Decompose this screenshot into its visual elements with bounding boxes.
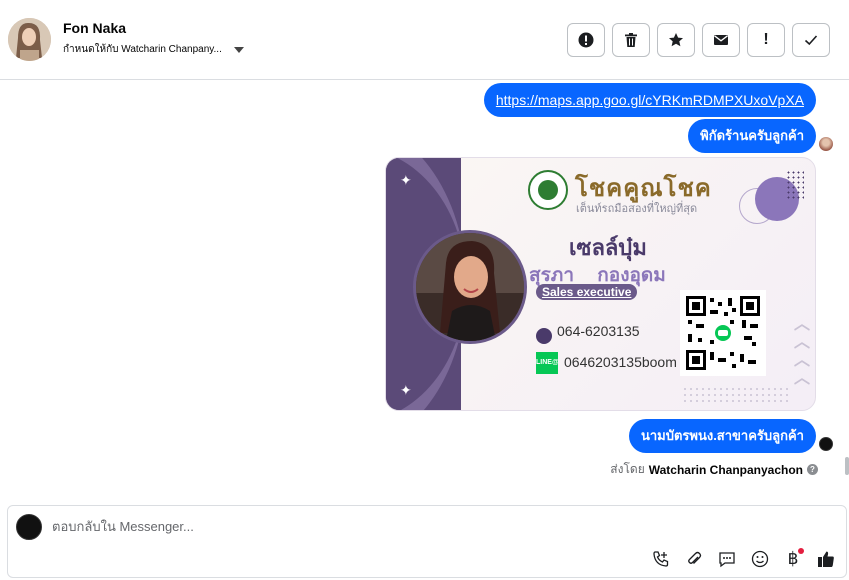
saved-reply-icon [719, 552, 735, 568]
call-add-icon [653, 551, 669, 567]
reply-input[interactable] [52, 514, 752, 538]
page-avatar [819, 437, 833, 451]
brand-logo [528, 170, 568, 210]
call-add-button[interactable] [651, 549, 671, 569]
message-thread[interactable]: https://maps.app.goo.gl/cYRKmRDMPXUxoVpX… [0, 81, 849, 504]
composer-toolbar: ฿ [651, 548, 836, 569]
sent-by-prefix: ส่งโดย [610, 462, 645, 476]
phone-number: 064-6203135 [557, 323, 640, 339]
sent-by-name: Watcharin Chanpanyachon [648, 462, 803, 477]
paperclip-icon [688, 551, 702, 564]
contact-name[interactable]: Fon Naka [63, 20, 126, 36]
payment-button[interactable]: ฿ [783, 548, 804, 569]
emoji-button[interactable] [750, 549, 770, 569]
mark-unread-button[interactable] [702, 23, 740, 57]
reply-composer: ฿ [7, 505, 847, 578]
saved-replies-button[interactable] [717, 549, 737, 569]
contact-avatar[interactable] [8, 18, 51, 61]
alert-circle-icon [578, 32, 594, 48]
brand-tagline: เต็นท์รถมือสองที่ใหญ่ที่สุด [576, 203, 698, 215]
check-icon [804, 35, 818, 46]
messenger-inbox-app: Fon Naka กำหนดให้กับ Watcharin Chanpany.… [0, 0, 849, 580]
sparkle-icon: ✦ [400, 172, 412, 188]
chevron-down-icon [233, 46, 244, 53]
mark-done-button[interactable] [792, 23, 830, 57]
delete-button[interactable] [612, 23, 650, 57]
notification-dot [798, 548, 804, 554]
decorative-dots [786, 170, 804, 200]
envelope-icon [714, 35, 728, 45]
read-receipt-avatar [819, 137, 833, 151]
assignee-label: กำหนดให้กับ Watcharin Chanpany... [63, 44, 222, 55]
sparkle-icon: ✦ [400, 382, 412, 398]
report-button[interactable] [567, 23, 605, 57]
header-actions: ! [567, 23, 830, 57]
message-bubble-location[interactable]: พิกัดร้านครับลูกค้า [688, 119, 816, 153]
phone-icon [536, 328, 552, 344]
qr-code [680, 290, 766, 376]
attach-button[interactable] [684, 549, 704, 569]
line-id: 0646203135boom [564, 354, 677, 370]
star-button[interactable] [657, 23, 695, 57]
job-title-badge: Sales executive [536, 284, 638, 300]
message-bubble-card-caption[interactable]: นามบัตรพนง.สาขาครับลูกค้า [628, 419, 816, 453]
payment-icon: ฿ [787, 549, 799, 568]
like-icon [818, 551, 834, 567]
like-button[interactable] [816, 549, 836, 569]
scrollbar[interactable] [845, 457, 849, 475]
salesperson-photo [413, 230, 527, 344]
conversation-header: Fon Naka กำหนดให้กับ Watcharin Chanpany.… [0, 0, 849, 80]
emoji-icon [751, 550, 769, 568]
business-card-image[interactable]: ✦ ✦ โชคคูณโชค เต็นท์รถมือสองที่ใหญ่ที่สุ… [385, 157, 816, 411]
decorative-dots [682, 386, 788, 402]
message-bubble-link[interactable]: https://maps.app.goo.gl/cYRKmRDMPXUxoVpX… [483, 83, 816, 117]
follow-up-button[interactable]: ! [747, 23, 785, 57]
sent-by-label: ส่งโดย Watcharin Chanpanyachon ? [610, 460, 818, 479]
page-avatar [16, 514, 42, 540]
star-icon [669, 33, 683, 47]
line-app-icon: LINE@ [536, 352, 559, 374]
info-icon[interactable]: ? [807, 464, 818, 475]
trash-icon [625, 33, 637, 47]
assignee-dropdown[interactable]: กำหนดให้กับ Watcharin Chanpany... [63, 42, 244, 57]
decorative-chevrons: ︿ ︿ ︿ ︿ [794, 316, 811, 387]
exclamation-icon: ! [763, 31, 769, 48]
